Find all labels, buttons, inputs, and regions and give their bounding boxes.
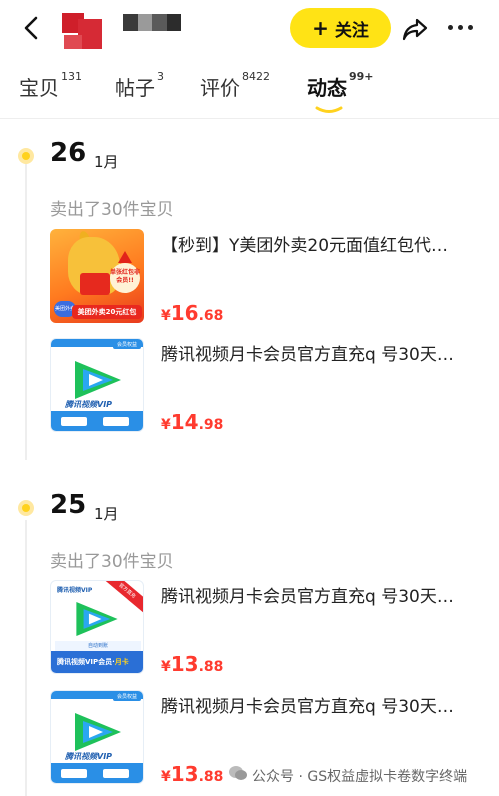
follow-button[interactable]: + 关注 xyxy=(290,8,391,48)
price-integer: 13 xyxy=(170,762,199,786)
product-thumbnail[interactable]: 会员权益 腾讯视频VIP xyxy=(50,690,144,784)
product-title[interactable]: 腾讯视频月卡会员官方直充q 号30天… xyxy=(161,340,491,365)
tab-reviews[interactable]: 评价 8422 xyxy=(200,70,270,101)
price-decimal: .68 xyxy=(198,308,224,324)
back-chevron-icon[interactable] xyxy=(18,14,46,42)
day-number: 25 xyxy=(50,490,87,520)
price-currency: ¥ xyxy=(161,308,171,324)
product-thumbnail[interactable]: 会员权益 腾讯视频VIP xyxy=(50,338,144,432)
thumb-footer-text: 腾讯视频VIP会员· xyxy=(57,658,115,666)
product-title[interactable]: 腾讯视频月卡会员官方直充q 号30天… xyxy=(161,692,491,717)
wechat-icon xyxy=(229,766,247,780)
price-currency: ¥ xyxy=(161,659,171,675)
follow-label: 关注 xyxy=(334,20,369,41)
warning-icon xyxy=(118,251,132,263)
thumb-corner: 会员权益 xyxy=(113,693,141,701)
timeline-line xyxy=(25,520,27,796)
thumb-bar: 美团外卖20元红包 xyxy=(72,305,142,319)
thumb-corner: 会员权益 xyxy=(113,341,141,349)
product-title[interactable]: 【秒到】Y美团外卖20元面值红包代… xyxy=(161,231,491,256)
tab-count: 131 xyxy=(61,70,82,83)
tencent-video-logo-icon xyxy=(75,713,121,751)
tab-bar: 宝贝 131 帖子 3 评价 8422 动态 99+ xyxy=(0,64,499,114)
product-price: ¥13.88 xyxy=(161,762,223,786)
product-thumbnail[interactable]: 腾讯视频VIP 官方直充 自动到账 腾讯视频VIP会员·月卡 xyxy=(50,580,144,674)
day-number: 26 xyxy=(50,138,87,168)
tab-count: 8422 xyxy=(242,70,270,83)
active-tab-indicator xyxy=(315,106,343,113)
list-item[interactable]: 会员权益 腾讯视频VIP 腾讯视频月卡会员官方直充q 号30天… ¥14.98 xyxy=(50,338,490,434)
product-price: ¥16.68 xyxy=(161,301,223,325)
tab-label: 动态 xyxy=(307,76,347,100)
product-title[interactable]: 腾讯视频月卡会员官方直充q 号30天… xyxy=(161,582,491,607)
price-currency: ¥ xyxy=(161,417,171,433)
price-integer: 16 xyxy=(170,301,199,325)
shop-name-redacted xyxy=(123,14,181,31)
thumb-footer-bold: 月卡 xyxy=(114,658,129,666)
tab-count: 3 xyxy=(157,70,164,83)
month-label: 1月 xyxy=(94,505,119,523)
shop-page: + 关注 宝贝 131 帖子 3 评价 8422 动态 99+ 26 1月 卖出了30件… xyxy=(0,0,499,796)
list-item[interactable]: 腾讯视频VIP 官方直充 自动到账 腾讯视频VIP会员·月卡 腾讯视频月卡会员官… xyxy=(50,580,490,676)
thumb-strip: 自动到账 xyxy=(55,641,141,651)
thumb-top-label: 腾讯视频VIP xyxy=(57,587,93,594)
thumb-footer: 腾讯视频VIP会员·月卡 xyxy=(51,651,143,673)
price-decimal: .98 xyxy=(198,417,224,433)
sold-summary: 卖出了30件宝贝 xyxy=(50,552,174,572)
price-integer: 14 xyxy=(170,410,199,434)
watermark-text: 公众号 · GS权益虚拟卡卷数字终端 xyxy=(252,769,468,785)
more-dots-icon[interactable] xyxy=(448,25,473,30)
price-currency: ¥ xyxy=(161,769,171,785)
tab-activity[interactable]: 动态 99+ xyxy=(307,70,374,101)
list-item[interactable]: 单张红包非会员!! 美团外卖 美团外卖20元红包 【秒到】Y美团外卖20元面值红… xyxy=(50,229,490,325)
product-price: ¥14.98 xyxy=(161,410,223,434)
plus-icon: + xyxy=(312,16,329,40)
thumb-vip-label: 腾讯视频VIP xyxy=(65,752,113,761)
sold-summary: 卖出了30件宝贝 xyxy=(50,200,174,220)
tab-label: 评价 xyxy=(200,76,240,100)
divider xyxy=(0,118,499,119)
timeline-dot xyxy=(18,500,34,516)
price-decimal: .88 xyxy=(198,769,224,785)
tab-label: 宝贝 xyxy=(19,76,59,100)
tab-posts[interactable]: 帖子 3 xyxy=(115,70,164,101)
product-price: ¥13.88 xyxy=(161,652,223,676)
top-bar: + 关注 xyxy=(0,0,499,60)
thumb-vip-label: 腾讯视频VIP xyxy=(65,400,113,409)
thumb-badge: 单张红包非会员!! xyxy=(110,263,140,293)
tencent-video-logo-icon xyxy=(76,601,118,637)
tab-products[interactable]: 宝贝 131 xyxy=(19,70,82,101)
shop-avatar[interactable] xyxy=(62,13,102,49)
product-thumbnail[interactable]: 单张红包非会员!! 美团外卖 美团外卖20元红包 xyxy=(50,229,144,323)
timeline-dot xyxy=(18,148,34,164)
tab-label: 帖子 xyxy=(115,76,155,100)
tencent-video-logo-icon xyxy=(75,361,121,399)
timeline-line xyxy=(25,160,27,460)
tab-count: 99+ xyxy=(349,70,374,83)
price-integer: 13 xyxy=(170,652,199,676)
share-icon[interactable] xyxy=(400,14,430,44)
price-decimal: .88 xyxy=(198,659,224,675)
month-label: 1月 xyxy=(94,153,119,171)
